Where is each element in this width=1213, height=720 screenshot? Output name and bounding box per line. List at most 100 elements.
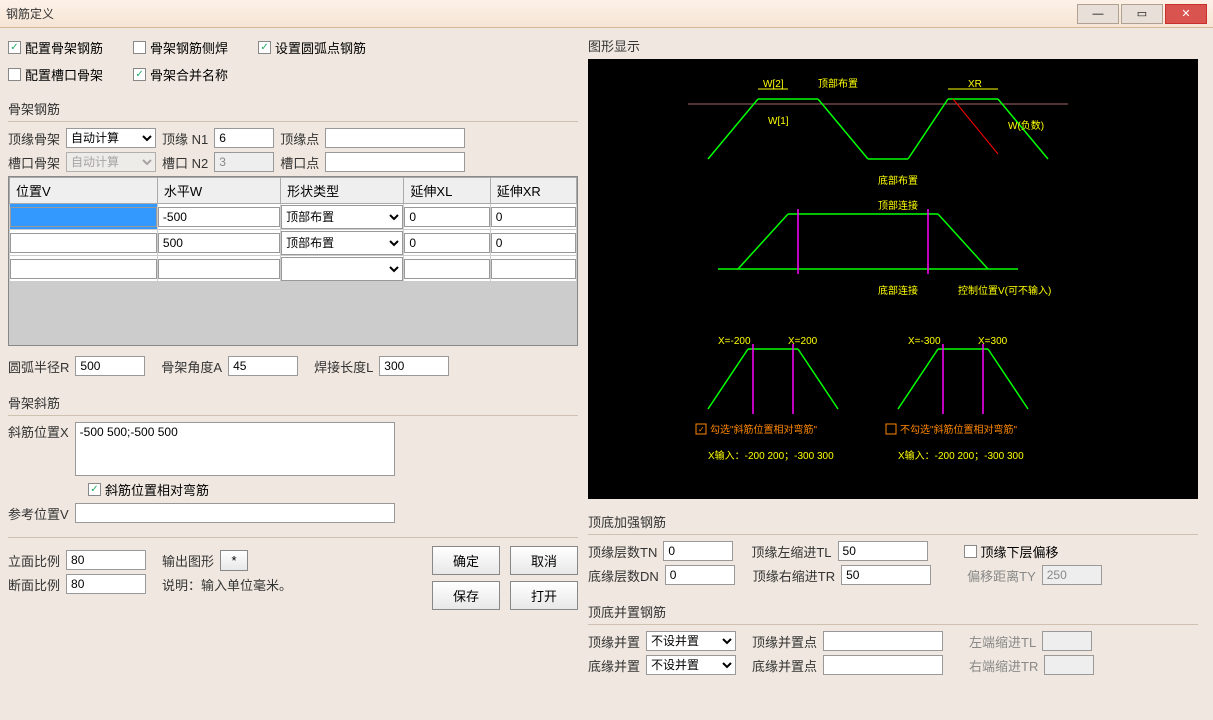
tl-input[interactable] [838, 541, 928, 561]
top-frame-select[interactable]: 自动计算 [66, 128, 156, 148]
diag-x-input[interactable]: -500 500;-500 500 [75, 422, 395, 476]
arc-r-input[interactable] [75, 356, 145, 376]
th-v: 位置V [10, 178, 158, 204]
tr-lbl: 顶缘右缩进TR [753, 566, 835, 585]
cell-xl[interactable] [404, 259, 489, 279]
out-graphic-button[interactable]: * [220, 550, 248, 571]
table-row[interactable]: 顶部布置 [10, 204, 577, 230]
ty-input [1042, 565, 1102, 585]
chk-frame-merge-name[interactable]: ✓骨架合并名称 [133, 65, 228, 84]
tn-input[interactable] [663, 541, 733, 561]
cell-xr[interactable] [491, 233, 576, 253]
chk-frame-side-weld[interactable]: 骨架钢筋侧焊 [133, 38, 228, 57]
top-n1-input[interactable] [214, 128, 274, 148]
cell-w[interactable] [158, 207, 280, 227]
titlebar: 钢筋定义 — ▭ ✕ [0, 0, 1213, 28]
th-shape: 形状类型 [281, 178, 404, 204]
frame-group: 骨架钢筋 顶缘骨架 自动计算 顶缘 N1 顶缘点 槽口骨架 自动计算 槽口 N2… [8, 96, 578, 380]
cell-w[interactable] [158, 259, 280, 279]
sect-ratio-input[interactable] [66, 574, 146, 594]
maximize-button[interactable]: ▭ [1121, 4, 1163, 24]
weld-l-lbl: 焊接长度L [314, 357, 373, 376]
ref-v-input[interactable] [75, 503, 395, 523]
elev-ratio-lbl: 立面比例 [8, 551, 60, 570]
ok-button[interactable]: 确定 [432, 546, 500, 575]
cell-shape[interactable]: 顶部布置 [281, 231, 403, 255]
frame-group-title: 骨架钢筋 [8, 96, 578, 122]
diag-frame-title: 骨架斜筋 [8, 390, 578, 416]
slot-frame-lbl: 槽口骨架 [8, 153, 60, 172]
ty-lbl: 偏移距离TY [967, 566, 1036, 585]
open-button[interactable]: 打开 [510, 581, 578, 610]
elev-ratio-input[interactable] [66, 550, 146, 570]
diagram-svg: W[2] 顶部布置 XR W(负数) W[1] 底部布置 顶部连接 底部连接 控… [588, 59, 1198, 499]
chk-offset[interactable]: 顶缘下层偏移 [964, 542, 1059, 561]
bot-par-select[interactable]: 不设并置 [646, 655, 736, 675]
svg-text:W(负数): W(负数) [1008, 119, 1044, 132]
svg-text:控制位置V(可不输入): 控制位置V(可不输入) [958, 284, 1051, 297]
svg-text:X=-300: X=-300 [908, 336, 941, 347]
cell-v[interactable] [10, 233, 157, 253]
cell-xl[interactable] [404, 207, 489, 227]
slot-point-input[interactable] [325, 152, 465, 172]
tl-lbl: 顶缘左缩进TL [751, 542, 831, 561]
bot-par-lbl: 底缘并置 [588, 656, 640, 675]
chk-set-arc-point[interactable]: ✓设置圆弧点钢筋 [258, 38, 366, 57]
save-button[interactable]: 保存 [432, 581, 500, 610]
weld-l-input[interactable] [379, 356, 449, 376]
chk-config-slot[interactable]: 配置槽口骨架 [8, 65, 103, 84]
angle-a-input[interactable] [228, 356, 298, 376]
left-tl-lbl: 左端缩进TL [969, 632, 1036, 651]
top-par-lbl: 顶缘并置 [588, 632, 640, 651]
svg-text:顶部连接: 顶部连接 [878, 199, 918, 212]
close-button[interactable]: ✕ [1165, 4, 1207, 24]
dn-lbl: 底缘层数DN [588, 566, 659, 585]
window-title: 钢筋定义 [6, 5, 1075, 22]
top-point-lbl: 顶缘点 [280, 129, 319, 148]
right-tr-input [1044, 655, 1094, 675]
cell-w[interactable] [158, 233, 280, 253]
bot-par-pt-input[interactable] [823, 655, 943, 675]
th-xl: 延伸XL [404, 178, 490, 204]
slot-n2-lbl: 槽口 N2 [162, 153, 208, 172]
svg-text:W[2]: W[2] [763, 79, 784, 90]
chk-diag-relative[interactable]: ✓斜筋位置相对弯筋 [88, 480, 209, 499]
parallel-title: 顶底并置钢筋 [588, 599, 1198, 625]
cell-xl[interactable] [404, 233, 489, 253]
top-par-select[interactable]: 不设并置 [646, 631, 736, 651]
ref-v-lbl: 参考位置V [8, 504, 69, 523]
chk-config-frame[interactable]: ✓配置骨架钢筋 [8, 38, 103, 57]
dn-input[interactable] [665, 565, 735, 585]
out-graphic-lbl: 输出图形 [162, 551, 214, 570]
cell-v[interactable] [10, 259, 157, 279]
svg-text:底部布置: 底部布置 [878, 174, 918, 187]
top-n1-lbl: 顶缘 N1 [162, 129, 208, 148]
th-w: 水平W [157, 178, 280, 204]
diag-frame-group: 骨架斜筋 斜筋位置X -500 500;-500 500 ✓斜筋位置相对弯筋 参… [8, 390, 578, 527]
tn-lbl: 顶缘层数TN [588, 542, 657, 561]
svg-text:X输入：-200 200；-300 300: X输入：-200 200；-300 300 [898, 449, 1024, 462]
cancel-button[interactable]: 取消 [510, 546, 578, 575]
angle-a-lbl: 骨架角度A [161, 357, 222, 376]
svg-text:X=200: X=200 [788, 336, 818, 347]
tr-input[interactable] [841, 565, 931, 585]
cell-xr[interactable] [491, 207, 576, 227]
svg-text:底部连接: 底部连接 [878, 284, 918, 297]
top-par-pt-input[interactable] [823, 631, 943, 651]
cell-xr[interactable] [491, 259, 576, 279]
table-row[interactable]: 顶部布置 [10, 230, 577, 256]
cell-shape[interactable] [281, 257, 403, 281]
cell-v[interactable] [10, 207, 157, 227]
slot-point-lbl: 槽口点 [280, 153, 319, 172]
left-tl-input [1042, 631, 1092, 651]
svg-text:X=300: X=300 [978, 336, 1008, 347]
svg-text:不勾选"斜筋位置相对弯筋": 不勾选"斜筋位置相对弯筋" [900, 423, 1018, 436]
minimize-button[interactable]: — [1077, 4, 1119, 24]
right-tr-lbl: 右端缩进TR [969, 656, 1038, 675]
slot-frame-select: 自动计算 [66, 152, 156, 172]
top-point-input[interactable] [325, 128, 465, 148]
cell-shape[interactable]: 顶部布置 [281, 205, 403, 229]
table-row[interactable] [10, 256, 577, 282]
diagram-title: 图形显示 [588, 36, 1198, 55]
sect-ratio-lbl: 断面比例 [8, 575, 60, 594]
